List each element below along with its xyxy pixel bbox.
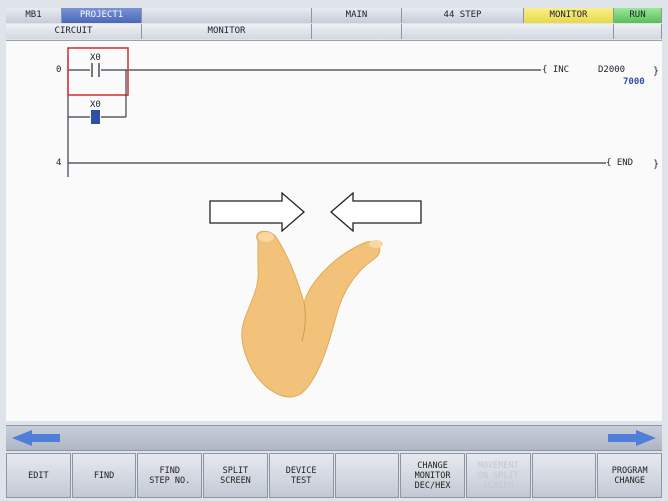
function-key-bar: EDIT FIND FIND STEP NO. SPLIT SCREEN DEV… xyxy=(6,453,663,498)
step-number-0: 0 xyxy=(56,65,62,75)
sub-header: CIRCUIT MONITOR xyxy=(6,24,662,39)
find-button[interactable]: FIND xyxy=(71,453,137,498)
arrow-right-blue-icon[interactable] xyxy=(606,429,658,447)
svg-text:}: } xyxy=(653,159,659,170)
edit-button[interactable]: EDIT xyxy=(6,453,71,498)
sub-blank-2 xyxy=(402,24,614,39)
ladder-canvas[interactable]: } } 0 X0 X0 { INC D2000 7000 4 { END xyxy=(6,40,662,421)
arrow-left-blue-icon[interactable] xyxy=(10,429,62,447)
tab-monitor[interactable]: MONITOR xyxy=(142,24,312,39)
ladder-diagram: } } xyxy=(67,47,659,177)
header-program: MAIN xyxy=(312,8,402,23)
header-mode-monitor: MONITOR xyxy=(524,8,614,23)
header-station: MB1 xyxy=(6,8,62,23)
device-d2000: D2000 xyxy=(598,65,626,75)
contact-x0[interactable] xyxy=(91,63,100,77)
find-step-no-button[interactable]: FIND STEP NO. xyxy=(137,453,203,498)
sub-blank-3 xyxy=(614,24,662,39)
header-steps: 44 STEP xyxy=(402,8,524,23)
blank-function-key-2 xyxy=(531,453,597,498)
contact-label-x0-branch: X0 xyxy=(90,100,101,110)
status-header: MB1 PROJECT1 MAIN 44 STEP MONITOR RUN xyxy=(6,8,662,23)
instruction-end[interactable]: { END xyxy=(606,158,633,168)
contact-label-x0: X0 xyxy=(90,53,101,63)
header-status-run: RUN xyxy=(614,8,662,23)
contact-x0-branch[interactable] xyxy=(91,110,100,124)
sub-blank-1 xyxy=(312,24,402,39)
step-number-4: 4 xyxy=(56,158,62,168)
split-screen-button[interactable]: SPLIT SCREEN xyxy=(203,453,268,498)
movement-on-split-screen-button: MOVEMENT ON SPLIT SCREEN xyxy=(465,453,531,498)
instruction-inc[interactable]: { INC xyxy=(542,65,569,75)
device-test-button[interactable]: DEVICE TEST xyxy=(268,453,334,498)
blank-function-key-1 xyxy=(334,453,400,498)
svg-text:}: } xyxy=(653,66,659,77)
scroll-navigation-bar xyxy=(6,425,662,451)
program-change-button[interactable]: PROGRAM CHANGE xyxy=(597,453,663,498)
tab-circuit[interactable]: CIRCUIT xyxy=(6,24,142,39)
device-monitor-value: 7000 xyxy=(623,77,645,87)
header-blank xyxy=(142,8,312,23)
header-project: PROJECT1 xyxy=(62,8,142,23)
change-monitor-dec-hex-button[interactable]: CHANGE MONITOR DEC/HEX xyxy=(400,453,465,498)
